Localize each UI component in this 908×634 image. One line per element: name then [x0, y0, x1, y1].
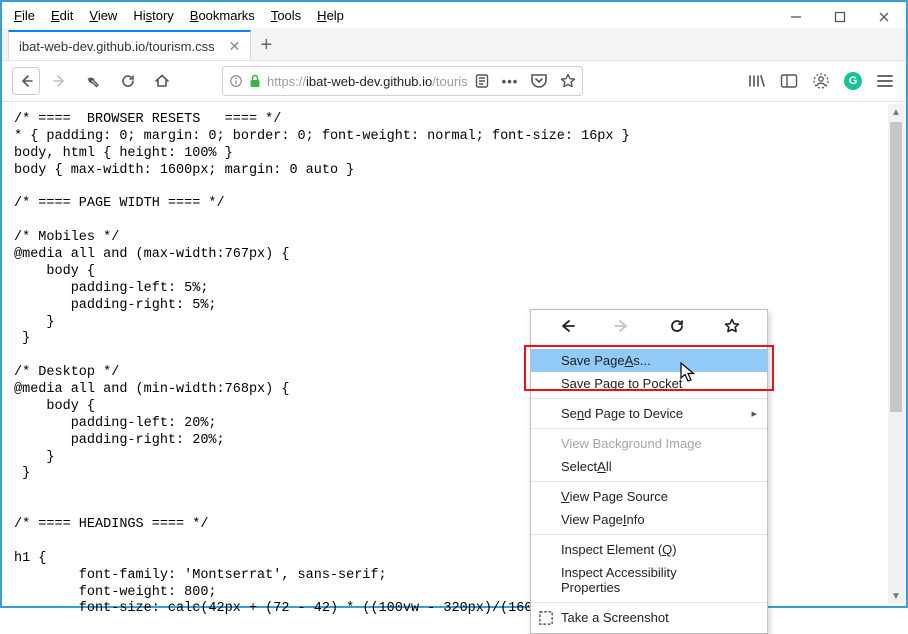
forward-button	[46, 67, 74, 95]
tab-close-icon[interactable]: ✕	[229, 38, 241, 55]
menu-bookmarks[interactable]: Bookmarks	[182, 5, 263, 26]
menu-bar: File Edit View History Bookmarks Tools H…	[2, 2, 906, 28]
ctx-forward-icon	[608, 318, 636, 334]
page-content: /* ==== BROWSER RESETS ==== */ * { paddi…	[2, 102, 906, 630]
window-close-button[interactable]	[862, 2, 906, 32]
menu-history[interactable]: History	[125, 5, 181, 26]
back-button[interactable]	[12, 67, 40, 95]
ctx-reload-icon[interactable]	[663, 318, 691, 334]
library-icon[interactable]	[748, 73, 766, 89]
info-icon	[229, 74, 243, 88]
url-text: https://ibat-web-dev.github.io/touris	[267, 74, 468, 89]
window-maximize-button[interactable]	[818, 2, 862, 32]
hamburger-menu-icon[interactable]	[876, 73, 894, 89]
browser-tab[interactable]: ibat-web-dev.github.io/tourism.css ✕	[8, 30, 251, 60]
ctx-send-to-device[interactable]: Send Page to Device▸	[531, 402, 767, 425]
menu-edit[interactable]: Edit	[43, 5, 81, 26]
scroll-down-arrow[interactable]: ▼	[888, 588, 904, 604]
lock-icon	[249, 74, 261, 88]
chevron-right-icon: ▸	[751, 407, 757, 420]
reload-button[interactable]	[114, 67, 142, 95]
ctx-select-all[interactable]: Select All	[531, 455, 767, 478]
ctx-view-page-info[interactable]: View Page Info	[531, 508, 767, 531]
ctx-view-page-source[interactable]: View Page Source	[531, 485, 767, 508]
pocket-icon[interactable]	[530, 73, 548, 89]
address-bar[interactable]: https://ibat-web-dev.github.io/touris ••…	[222, 66, 583, 96]
context-menu: Save Page As... Save Page to Pocket Send…	[530, 309, 768, 634]
ctx-bookmark-icon[interactable]	[718, 318, 746, 334]
developer-icon[interactable]	[80, 67, 108, 95]
ctx-save-to-pocket[interactable]: Save Page to Pocket	[531, 372, 767, 395]
page-actions-icon[interactable]: •••	[502, 74, 519, 89]
account-icon[interactable]	[812, 72, 830, 90]
mouse-cursor-icon	[680, 362, 698, 384]
ctx-inspect-element[interactable]: Inspect Element (Q)	[531, 538, 767, 561]
ctx-take-screenshot[interactable]: Take a Screenshot	[531, 606, 767, 629]
bookmark-star-icon[interactable]	[560, 73, 576, 89]
scroll-up-arrow[interactable]: ▲	[888, 104, 904, 120]
menu-help[interactable]: Help	[309, 5, 352, 26]
vertical-scrollbar[interactable]: ▲ ▼	[888, 104, 904, 604]
new-tab-button[interactable]: +	[251, 30, 281, 60]
grammarly-icon[interactable]: G	[844, 72, 862, 90]
ctx-view-background-image: View Background Image	[531, 432, 767, 455]
menu-tools[interactable]: Tools	[263, 5, 309, 26]
screenshot-icon	[539, 611, 553, 625]
home-button[interactable]	[148, 67, 176, 95]
menu-view[interactable]: View	[81, 5, 125, 26]
ctx-save-page-as[interactable]: Save Page As...	[531, 349, 767, 372]
ctx-back-icon[interactable]	[553, 318, 581, 334]
menu-file[interactable]: File	[6, 5, 43, 26]
tab-strip: ibat-web-dev.github.io/tourism.css ✕ +	[2, 28, 906, 60]
reader-mode-icon[interactable]	[474, 73, 490, 89]
window-minimize-button[interactable]	[774, 2, 818, 32]
tab-title: ibat-web-dev.github.io/tourism.css	[19, 39, 215, 54]
toolbar: https://ibat-web-dev.github.io/touris ••…	[2, 60, 906, 102]
scroll-thumb[interactable]	[890, 122, 902, 412]
ctx-inspect-accessibility[interactable]: Inspect Accessibility Properties	[531, 561, 767, 599]
sidebar-icon[interactable]	[780, 73, 798, 89]
